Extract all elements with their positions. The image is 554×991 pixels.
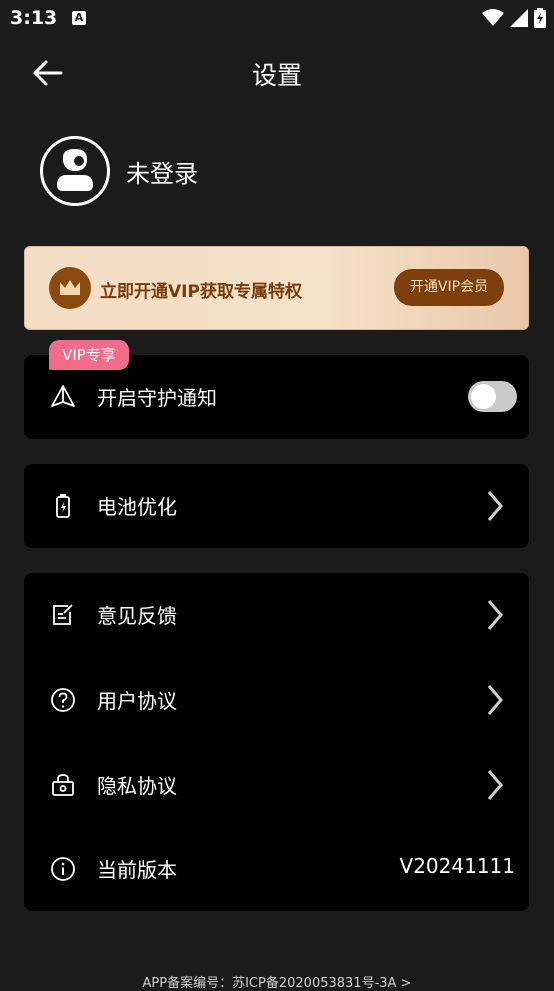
chevron-right-icon <box>487 491 503 521</box>
wifi-icon <box>482 9 504 26</box>
battery-status-icon <box>534 8 546 28</box>
user-icon <box>57 149 93 191</box>
guard-notify-toggle[interactable] <box>468 381 517 412</box>
toggle-knob <box>471 384 496 409</box>
status-bar: 3:13 A <box>0 0 554 38</box>
battery-icon <box>56 494 70 518</box>
edit-note-icon <box>53 604 73 625</box>
notification-icon: A <box>72 11 86 25</box>
app-bar: 设置 <box>0 48 554 96</box>
guard-notify-label: 开启守护通知 <box>97 386 217 410</box>
profile-section[interactable]: 未登录 <box>40 136 198 206</box>
battery-label: 电池优化 <box>97 495 177 519</box>
info-icon <box>51 857 75 881</box>
crown-icon <box>49 267 91 309</box>
feedback-row[interactable]: 意见反馈 <box>24 573 529 657</box>
status-icons <box>482 8 546 28</box>
chevron-right-icon <box>487 685 503 715</box>
page-title: 设置 <box>251 61 302 90</box>
avatar[interactable] <box>40 136 110 206</box>
privacy-row[interactable]: 隐私协议 <box>24 743 529 827</box>
version-label: 当前版本 <box>97 858 177 882</box>
open-vip-button[interactable]: 开通VIP会员 <box>394 269 504 306</box>
chevron-right-icon <box>487 770 503 800</box>
privacy-label: 隐私协议 <box>97 774 177 798</box>
pyramid-icon <box>51 385 75 407</box>
version-row: 当前版本 V20241111 <box>24 827 529 911</box>
vip-exclusive-badge: VIP专享 <box>49 340 129 370</box>
question-icon <box>51 688 75 712</box>
user-agreement-row[interactable]: 用户协议 <box>24 658 529 742</box>
login-status[interactable]: 未登录 <box>126 154 198 189</box>
battery-card: 电池优化 <box>24 464 529 548</box>
version-value: V20241111 <box>399 854 515 878</box>
misc-card: 意见反馈 用户协议 隐私协议 当前版本 V20241111 <box>24 573 529 911</box>
icp-filing-link[interactable]: APP备案编号：苏ICP备2020053831号-3A > <box>0 972 554 991</box>
lock-icon <box>52 774 74 796</box>
vip-banner[interactable]: 立即开通VIP获取专属特权 开通VIP会员 <box>24 246 529 330</box>
signal-icon <box>510 9 528 27</box>
chevron-right-icon <box>487 600 503 630</box>
feedback-label: 意见反馈 <box>97 604 177 628</box>
status-time: 3:13 <box>10 7 58 29</box>
battery-row[interactable]: 电池优化 <box>24 464 529 548</box>
vip-banner-text: 立即开通VIP获取专属特权 <box>100 282 302 302</box>
user-agreement-label: 用户协议 <box>97 689 177 713</box>
